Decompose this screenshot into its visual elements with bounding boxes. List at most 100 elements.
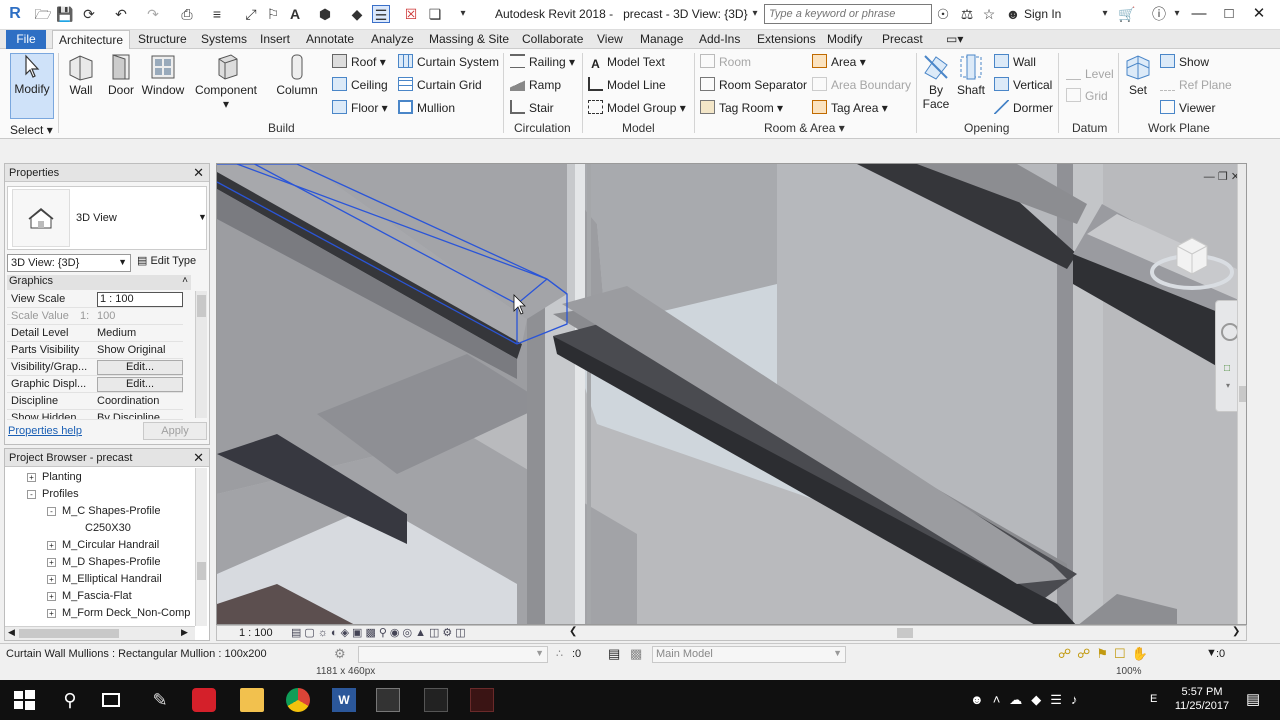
ref-plane-button[interactable]: Ref Plane (1160, 76, 1232, 94)
revit-taskbar-icon[interactable] (470, 688, 494, 712)
tab-file[interactable]: File (6, 30, 46, 49)
viewport-vscrollbar[interactable] (1237, 164, 1246, 624)
ramp-button[interactable]: Ramp (510, 76, 561, 94)
video-editor-icon[interactable] (376, 688, 400, 712)
workset-dropdown[interactable]: ▼ (358, 646, 548, 663)
view-minimize-icon[interactable]: — (1204, 171, 1215, 183)
modify-button[interactable]: Modify (10, 53, 54, 119)
recorder-app-icon[interactable] (192, 688, 216, 712)
show-hidden-icons-icon[interactable]: ˄ (993, 692, 1010, 707)
crop-view-icon[interactable]: ▣ (352, 627, 365, 639)
room-area-panel-label[interactable]: Room & Area ▾ (764, 121, 845, 135)
search-icon[interactable]: ⚲ (58, 688, 82, 712)
shaft-button[interactable]: Shaft (954, 53, 988, 115)
scrollbar-thumb[interactable] (1239, 386, 1246, 402)
curtain-grid-button[interactable]: Curtain Grid (398, 76, 482, 94)
switch-windows-icon[interactable]: ❏ (426, 5, 444, 23)
level-button[interactable]: Level (1066, 65, 1114, 83)
tab-annotate[interactable]: Annotate (300, 30, 360, 49)
tree-item-planting[interactable]: + Planting (27, 471, 82, 483)
sync-icon[interactable]: ⟳ (80, 5, 98, 23)
network-icon[interactable]: ☰ (1050, 692, 1071, 707)
file-explorer-icon[interactable] (240, 688, 264, 712)
roof-button[interactable]: Roof ▾ (332, 53, 386, 71)
sun-path-icon[interactable]: ☼ (318, 627, 331, 639)
room-button[interactable]: Room (700, 53, 751, 71)
drag-elements-icon[interactable]: ✋ (1132, 646, 1154, 661)
wall-opening-button[interactable]: Wall (994, 53, 1036, 71)
editable-only-icon[interactable]: ∴ (556, 647, 563, 660)
tab-collaborate[interactable]: Collaborate (516, 30, 589, 49)
analytical-model-icon[interactable]: ◫ (429, 627, 442, 639)
print-icon[interactable]: ⎙ (178, 5, 196, 23)
tree-item-profiles[interactable]: - Profiles (27, 488, 79, 500)
room-separator-button[interactable]: Room Separator (700, 76, 807, 94)
sign-in-dropdown-icon[interactable]: ▾ (1096, 5, 1114, 23)
undo-icon[interactable]: ↶ (112, 5, 130, 23)
select-pinned-icon[interactable]: ⚑ (1096, 646, 1114, 661)
nav-dropdown-icon[interactable]: ▾ (1226, 381, 1230, 390)
visual-style-icon[interactable]: ▢ (304, 627, 317, 639)
component-button[interactable]: Component ▾ (192, 53, 260, 115)
set-work-plane-button[interactable]: Set (1122, 53, 1154, 115)
curtain-system-button[interactable]: Curtain System (398, 53, 499, 71)
input-language[interactable]: E (1150, 693, 1157, 705)
3d-view-icon[interactable]: ⬢ (316, 5, 334, 23)
prop-row-view-scale[interactable]: View Scale 1 : 100 (7, 291, 183, 308)
show-crop-icon[interactable]: ▩ (365, 627, 378, 639)
3d-viewport[interactable]: — ❐ ✕ □ ▾ (216, 163, 1247, 625)
binoculars-icon[interactable]: ☉ (934, 5, 952, 23)
people-icon[interactable]: ☻ (970, 692, 993, 707)
clock[interactable]: 5:57 PM 11/25/2017 (1170, 685, 1234, 713)
area-button[interactable]: Area ▾ (812, 53, 866, 71)
show-work-plane-button[interactable]: Show (1160, 53, 1209, 71)
tab-add-ins[interactable]: Add-Ins (693, 30, 746, 49)
temp-hide-icon[interactable]: ◉ (390, 627, 403, 639)
stair-button[interactable]: Stair (510, 99, 554, 117)
highlight-displacement-icon[interactable]: ⚙ (442, 627, 455, 639)
apply-button[interactable]: Apply (143, 422, 207, 440)
scroll-left-icon[interactable]: ◀ (8, 627, 15, 638)
mullion-button[interactable]: Mullion (398, 99, 455, 117)
edit-type-button[interactable]: ▤ Edit Type (137, 254, 196, 267)
prop-row-discipline[interactable]: Discipline Coordination (7, 393, 183, 410)
redo-icon[interactable]: ↷ (144, 5, 162, 23)
search-input[interactable] (764, 4, 932, 24)
collapse-icon[interactable]: - (47, 507, 56, 516)
vertical-opening-button[interactable]: Vertical (994, 76, 1052, 94)
type-dropdown-icon[interactable]: ▼ (198, 212, 207, 222)
tab-precast[interactable]: Precast (876, 30, 929, 49)
section-icon[interactable]: ◆ (348, 5, 366, 23)
by-face-button[interactable]: By Face (920, 53, 952, 115)
design-option-icon[interactable]: ▩ (630, 646, 642, 662)
favorites-star-icon[interactable]: ☆ (980, 5, 998, 23)
view-scale-input[interactable]: 1 : 100 (97, 292, 183, 307)
scroll-right-icon[interactable]: ▶ (181, 627, 188, 638)
dormer-button[interactable]: Dormer (994, 99, 1053, 117)
customize-qat-icon[interactable]: ▾ (454, 5, 472, 23)
tree-item-m-form-deck[interactable]: + M_Form Deck_Non-Comp (47, 607, 195, 619)
model-group-button[interactable]: Model Group ▾ (588, 99, 686, 117)
photo-app-icon[interactable] (424, 688, 448, 712)
shadows-icon[interactable]: ◐ (331, 627, 341, 639)
wall-button[interactable]: Wall (62, 53, 100, 115)
close-hidden-icon[interactable]: ☒ (402, 5, 420, 23)
tab-analyze[interactable]: Analyze (365, 30, 420, 49)
hscroll-thumb[interactable] (19, 629, 119, 638)
tab-architecture[interactable]: Architecture (52, 30, 131, 49)
title-dropdown-icon[interactable]: ▾ (746, 5, 764, 23)
viewbar-hscroll-thumb[interactable] (897, 628, 913, 638)
tree-item-m-d-shapes-profile[interactable]: + M_D Shapes-Profile (47, 556, 160, 568)
view-restore-icon[interactable]: ❐ (1218, 171, 1228, 183)
design-options-icon[interactable]: ▤ (608, 646, 620, 662)
tag-room-button[interactable]: Tag Room ▾ (700, 99, 783, 117)
open-icon[interactable]: 🗁 (34, 5, 52, 23)
dropbox-icon[interactable]: ◆ (1031, 692, 1050, 707)
instance-selector[interactable]: 3D View: {3D} ▼ (7, 254, 131, 272)
reveal-hidden-icon[interactable]: ◎ (403, 627, 416, 639)
select-links-icon[interactable]: ☍ (1058, 646, 1077, 661)
window-button[interactable]: Window (140, 53, 186, 115)
viewer-button[interactable]: Viewer (1160, 99, 1215, 117)
tree-item-m-c-shapes-profile[interactable]: - M_C Shapes-Profile (47, 505, 160, 517)
task-view-icon[interactable] (102, 693, 120, 707)
